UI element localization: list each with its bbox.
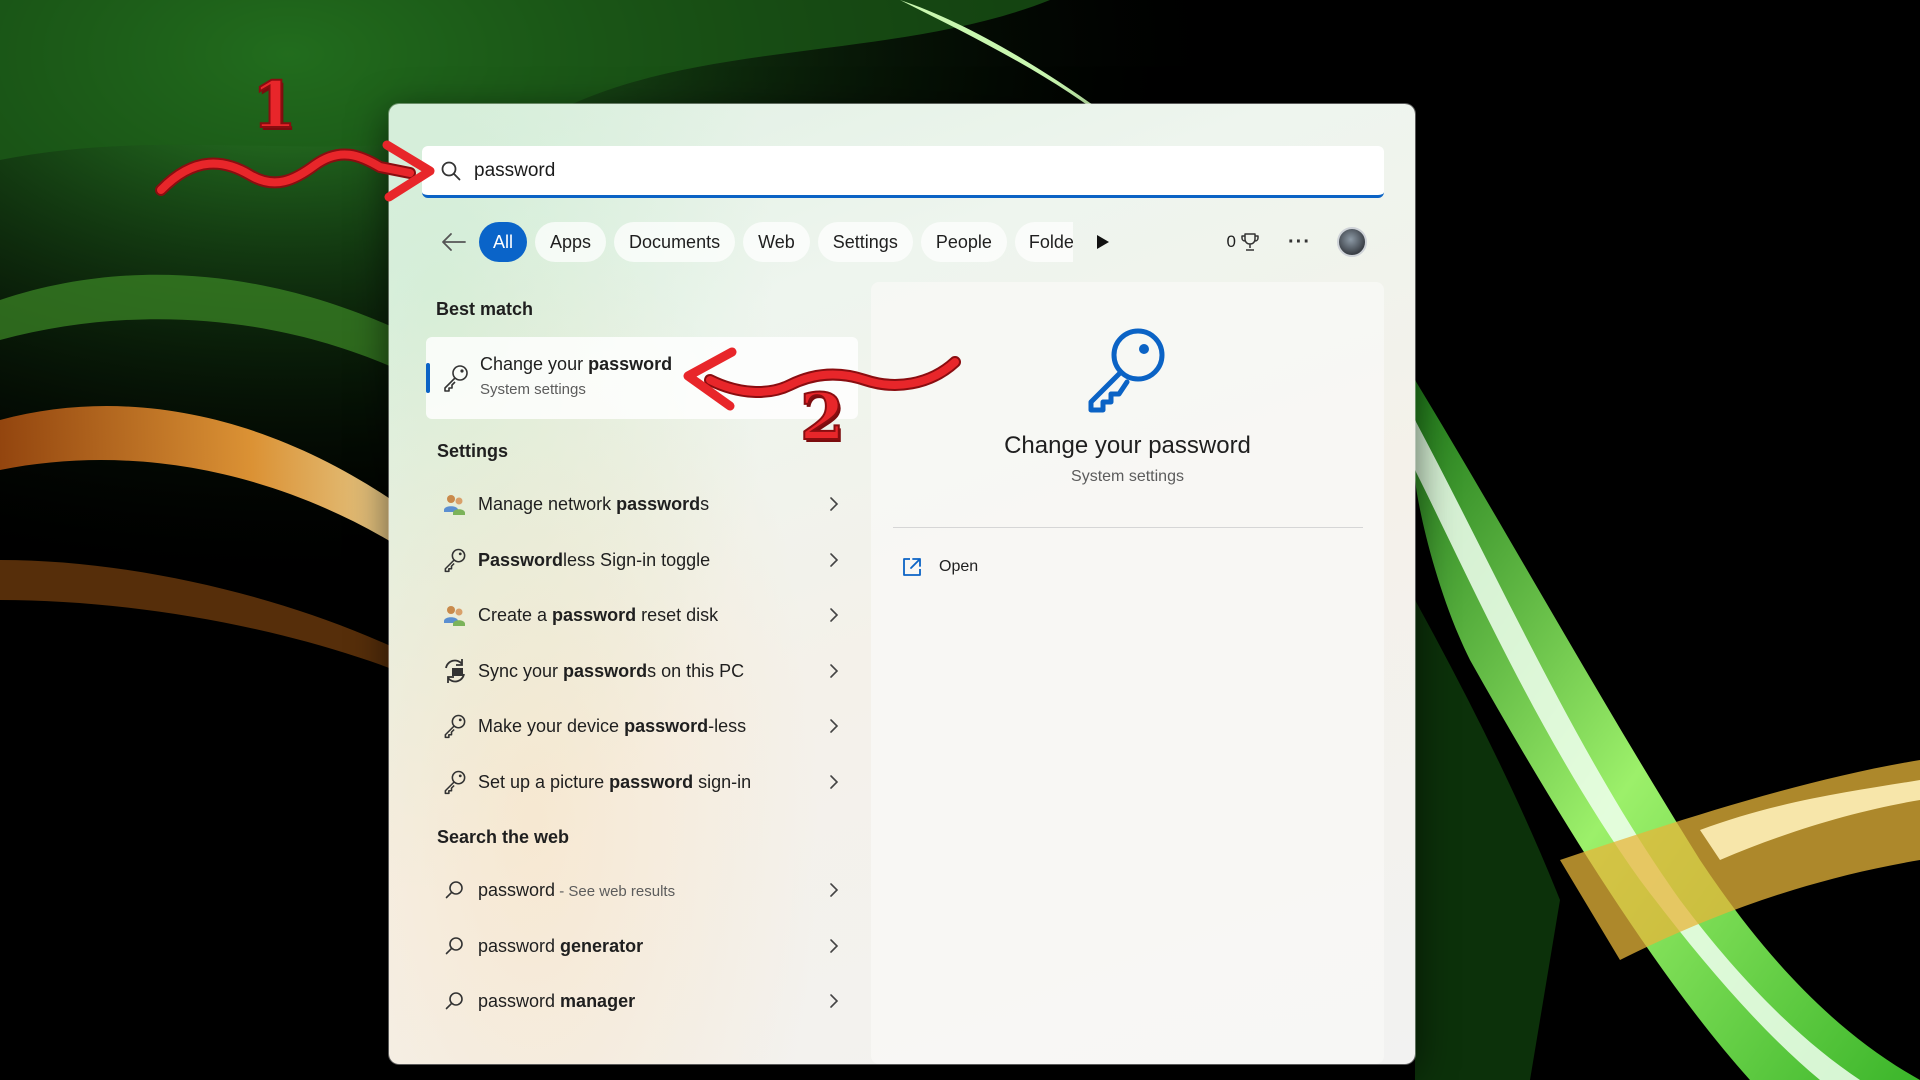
key-icon [440, 767, 470, 797]
step-2-marker: 2 [799, 379, 846, 456]
settings-result-picture-password[interactable]: Set up a picture password sign-in [436, 757, 860, 807]
rewards-points-value: 0 [1226, 232, 1237, 251]
preview-subtitle: System settings [1071, 468, 1184, 485]
best-match-heading-label: Best match [436, 299, 534, 319]
large-key-icon [1083, 324, 1173, 414]
filter-settings[interactable]: Settings [817, 222, 913, 262]
chevron-right-icon [826, 774, 842, 790]
selection-accent [426, 363, 430, 393]
best-match-subtitle: System settings [480, 381, 586, 398]
scroll-filters-right-icon[interactable] [1089, 228, 1117, 256]
search-icon [440, 875, 470, 905]
filter-all[interactable]: All [479, 222, 528, 262]
chevron-right-icon [826, 496, 842, 512]
best-match-title: Change your password [480, 354, 673, 374]
sync-pc-icon [440, 656, 470, 686]
best-match-result[interactable]: Change your password System settings [426, 337, 858, 419]
search-icon [440, 160, 462, 182]
settings-result-password-reset-disk[interactable]: Create a password reset disk [436, 590, 860, 640]
search-icon [440, 931, 470, 961]
search-web-heading: Search the web [437, 827, 570, 847]
preview-pane: Change your password System settings Ope… [871, 282, 1384, 1064]
step-1-marker: 1 [251, 67, 298, 144]
chevron-right-icon [826, 607, 842, 623]
search-box[interactable] [422, 146, 1384, 198]
chevron-right-icon [826, 552, 842, 568]
divider [893, 527, 1363, 528]
chevron-right-icon [826, 882, 842, 898]
avatar[interactable] [1337, 227, 1367, 257]
back-arrow-icon[interactable] [437, 225, 471, 259]
network-users-icon [440, 489, 470, 519]
chevron-right-icon [826, 663, 842, 679]
chevron-right-icon [826, 718, 842, 734]
trophy-icon [1241, 233, 1259, 251]
more-options-button[interactable]: ··· [1288, 231, 1311, 254]
windows-search-panel: All Apps Documents Web Settings People F… [389, 104, 1415, 1064]
filter-web[interactable]: Web [743, 222, 810, 262]
chevron-right-icon [826, 993, 842, 1009]
settings-result-passwordless-toggle[interactable]: Passwordless Sign-in toggle [436, 535, 860, 585]
settings-result-sync-passwords[interactable]: Sync your passwords on this PC [436, 646, 860, 696]
key-icon [440, 711, 470, 741]
filter-apps[interactable]: Apps [535, 222, 607, 262]
web-result-password-manager[interactable]: password manager [436, 976, 860, 1026]
search-input[interactable] [474, 159, 1334, 182]
settings-heading: Settings [437, 441, 509, 461]
open-label: Open [939, 558, 979, 575]
open-action[interactable]: Open [901, 550, 978, 584]
open-external-icon [903, 558, 921, 576]
settings-result-device-passwordless[interactable]: Make your device password-less [436, 701, 860, 751]
filter-people[interactable]: People [920, 222, 1007, 262]
key-icon [440, 545, 470, 575]
rewards-points[interactable]: 0 [1227, 232, 1260, 252]
chevron-right-icon [826, 938, 842, 954]
search-icon [440, 986, 470, 1016]
network-users-icon [440, 600, 470, 630]
preview-title: Change your password [1004, 432, 1251, 459]
key-icon [440, 362, 472, 394]
filter-folders[interactable]: Folders [1014, 222, 1073, 262]
filter-documents[interactable]: Documents [614, 222, 736, 262]
web-result-password-generator[interactable]: password generator [436, 921, 860, 971]
filter-bar: All Apps Documents Web Settings People F… [437, 220, 1377, 264]
settings-result-manage-network-passwords[interactable]: Manage network passwords [436, 479, 860, 529]
web-result-password[interactable]: password - See web results [436, 865, 860, 915]
